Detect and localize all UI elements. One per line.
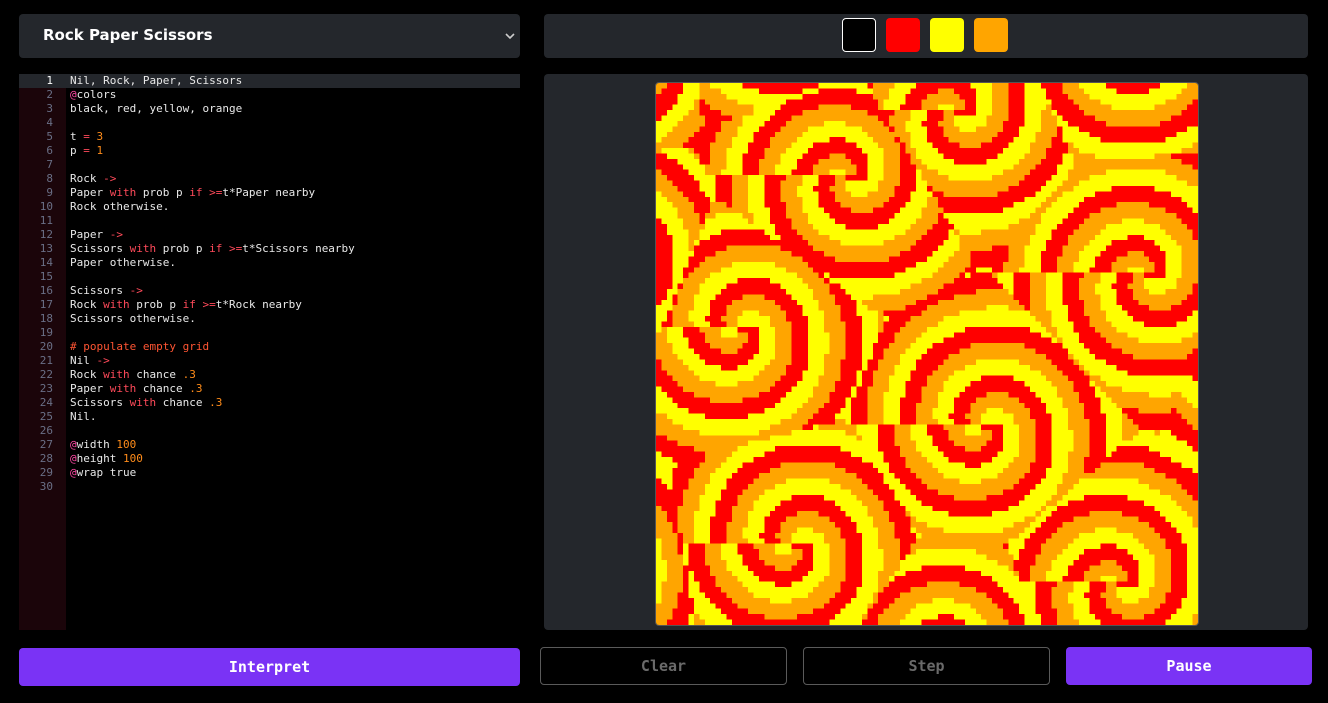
color-swatch-orange[interactable] <box>974 18 1008 52</box>
line-number: 25 <box>39 410 53 423</box>
line-number: 30 <box>39 480 53 493</box>
line-number: 27 <box>39 438 53 451</box>
line-number: 3 <box>46 102 53 115</box>
color-swatch-black[interactable] <box>842 18 876 52</box>
code-line[interactable]: 27 @width 100 <box>19 438 520 452</box>
code-line[interactable]: 8 Rock -> <box>19 172 520 186</box>
code-line-text: @width 100 <box>70 438 137 451</box>
line-number: 6 <box>46 144 53 157</box>
code-line[interactable]: 1 Nil, Rock, Paper, Scissors <box>19 74 520 88</box>
line-number: 19 <box>39 326 53 339</box>
code-line[interactable]: 20 # populate empty grid <box>19 340 520 354</box>
code-line-text: Rock with prob p if >=t*Rock nearby <box>70 298 302 311</box>
code-line-text: Paper with chance .3 <box>70 382 203 395</box>
line-number: 13 <box>39 242 53 255</box>
color-palette <box>544 14 1308 58</box>
code-line-text: Scissors otherwise. <box>70 312 196 325</box>
code-line-text: Paper -> <box>70 228 123 241</box>
line-number: 28 <box>39 452 53 465</box>
line-number: 24 <box>39 396 53 409</box>
code-lines: 1 Nil, Rock, Paper, Scissors 2 @colors 3 blac… <box>19 74 520 494</box>
code-line-text: Nil -> <box>70 354 110 367</box>
chevron-down-icon <box>505 33 515 40</box>
line-number: 12 <box>39 228 53 241</box>
line-number: 29 <box>39 466 53 479</box>
code-editor[interactable]: 1 Nil, Rock, Paper, Scissors 2 @colors 3 blac… <box>19 74 520 630</box>
line-number: 5 <box>46 130 53 143</box>
code-line[interactable]: 6 p = 1 <box>19 144 520 158</box>
code-line-text: Nil. <box>70 410 97 423</box>
code-line-text: Rock otherwise. <box>70 200 170 213</box>
code-line-text: @wrap true <box>70 466 137 479</box>
code-line[interactable]: 16 Scissors -> <box>19 284 520 298</box>
code-line[interactable]: 11 <box>19 214 520 228</box>
code-line[interactable]: 2 @colors <box>19 88 520 102</box>
line-number: 1 <box>46 74 53 87</box>
code-line[interactable]: 19 <box>19 326 520 340</box>
code-line[interactable]: 7 <box>19 158 520 172</box>
simulation-viewer <box>544 74 1308 630</box>
code-line-text: @height 100 <box>70 452 143 465</box>
code-line-text: Scissors with prob p if >=t*Scissors nea… <box>70 242 355 255</box>
program-select-value: Rock Paper Scissors <box>43 26 213 44</box>
code-line-text: Scissors with chance .3 <box>70 396 223 409</box>
code-line-text: Rock -> <box>70 172 117 185</box>
line-number: 14 <box>39 256 53 269</box>
code-line[interactable]: 23 Paper with chance .3 <box>19 382 520 396</box>
code-line[interactable]: 18 Scissors otherwise. <box>19 312 520 326</box>
code-line[interactable]: 28 @height 100 <box>19 452 520 466</box>
line-number: 7 <box>46 158 53 171</box>
line-number: 9 <box>46 186 53 199</box>
code-line-text: Nil, Rock, Paper, Scissors <box>70 74 243 87</box>
line-number: 23 <box>39 382 53 395</box>
step-button[interactable]: Step <box>803 647 1050 685</box>
simulation-grid[interactable] <box>655 82 1199 626</box>
code-line[interactable]: 17 Rock with prob p if >=t*Rock nearby <box>19 298 520 312</box>
clear-button[interactable]: Clear <box>540 647 787 685</box>
code-line-text: Paper otherwise. <box>70 256 176 269</box>
code-line[interactable]: 14 Paper otherwise. <box>19 256 520 270</box>
code-line[interactable]: 5 t = 3 <box>19 130 520 144</box>
code-line[interactable]: 3 black, red, yellow, orange <box>19 102 520 116</box>
line-number: 15 <box>39 270 53 283</box>
line-number: 22 <box>39 368 53 381</box>
code-line-text: Scissors -> <box>70 284 143 297</box>
line-number: 16 <box>39 284 53 297</box>
line-number: 8 <box>46 172 53 185</box>
code-line[interactable]: 9 Paper with prob p if >=t*Paper nearby <box>19 186 520 200</box>
line-number: 4 <box>46 116 53 129</box>
line-number: 21 <box>39 354 53 367</box>
code-line[interactable]: 30 <box>19 480 520 494</box>
code-line[interactable]: 26 <box>19 424 520 438</box>
code-line-text: @colors <box>70 88 117 101</box>
line-number: 10 <box>39 200 53 213</box>
code-line[interactable]: 29 @wrap true <box>19 466 520 480</box>
code-line-text: Rock with chance .3 <box>70 368 196 381</box>
line-number: 26 <box>39 424 53 437</box>
code-line-text: Paper with prob p if >=t*Paper nearby <box>70 186 316 199</box>
code-line-text: black, red, yellow, orange <box>70 102 243 115</box>
color-swatch-yellow[interactable] <box>930 18 964 52</box>
code-line[interactable]: 24 Scissors with chance .3 <box>19 396 520 410</box>
code-line[interactable]: 4 <box>19 116 520 130</box>
line-number: 18 <box>39 312 53 325</box>
line-number: 17 <box>39 298 53 311</box>
code-line[interactable]: 10 Rock otherwise. <box>19 200 520 214</box>
interpret-button[interactable]: Interpret <box>19 648 520 686</box>
code-line-text: # populate empty grid <box>70 340 210 353</box>
pause-button[interactable]: Pause <box>1066 647 1312 685</box>
line-number: 20 <box>39 340 53 353</box>
code-line[interactable]: 13 Scissors with prob p if >=t*Scissors n… <box>19 242 520 256</box>
code-line[interactable]: 15 <box>19 270 520 284</box>
code-line[interactable]: 12 Paper -> <box>19 228 520 242</box>
color-swatch-red[interactable] <box>886 18 920 52</box>
code-line-text: p = 1 <box>70 144 104 157</box>
code-line-text: t = 3 <box>70 130 104 143</box>
code-line[interactable]: 22 Rock with chance .3 <box>19 368 520 382</box>
program-select[interactable]: Rock Paper Scissors <box>19 14 520 58</box>
line-number: 11 <box>39 214 53 227</box>
line-number: 2 <box>46 88 53 101</box>
code-line[interactable]: 25 Nil. <box>19 410 520 424</box>
code-line[interactable]: 21 Nil -> <box>19 354 520 368</box>
